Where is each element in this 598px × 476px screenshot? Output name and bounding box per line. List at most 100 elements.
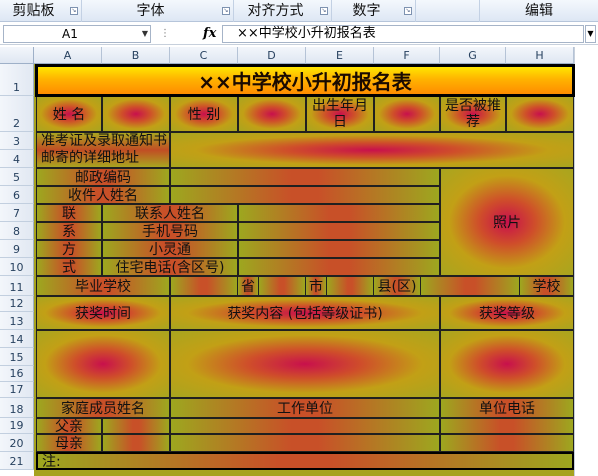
- cell-birth-value[interactable]: [374, 96, 440, 132]
- column-header-c[interactable]: C: [170, 47, 238, 64]
- cell-father-label[interactable]: 父亲: [36, 418, 102, 434]
- row-header[interactable]: 5: [0, 168, 34, 186]
- column-header-f[interactable]: F: [374, 47, 440, 64]
- cell-father-phone[interactable]: [440, 418, 574, 434]
- formula-bar-splitter-icon[interactable]: ⋮: [160, 29, 190, 40]
- row-header[interactable]: 10: [0, 258, 34, 276]
- dialog-launcher-icon[interactable]: ↘: [222, 7, 230, 15]
- expand-formula-bar-button[interactable]: ▼: [585, 25, 596, 43]
- cell-father-name[interactable]: [102, 418, 170, 434]
- cell-gender-label[interactable]: 性 别: [170, 96, 238, 132]
- row-header[interactable]: 9: [0, 240, 34, 258]
- cell-recommended-label[interactable]: 是否被推荐: [440, 96, 506, 132]
- cell-school-label[interactable]: 毕业学校: [36, 276, 170, 296]
- ribbon-group-editing[interactable]: 编辑: [480, 0, 598, 22]
- ribbon-group-bar: 剪贴板 ↘ 字体 ↘ 对齐方式 ↘ 数字 ↘ 编辑: [0, 0, 598, 22]
- ribbon-group-font[interactable]: 字体 ↘: [82, 0, 234, 22]
- cell-family-label[interactable]: 家庭成员姓名: [36, 398, 170, 418]
- sheet-margin: [574, 47, 598, 476]
- column-header-d[interactable]: D: [238, 47, 306, 64]
- cell-county-value[interactable]: [326, 276, 374, 296]
- row-header[interactable]: 14: [0, 330, 34, 348]
- cell-phone-value[interactable]: [238, 240, 440, 258]
- cell-home-phone-value[interactable]: [238, 258, 440, 276]
- cell-recommended-value[interactable]: [506, 96, 574, 132]
- cell-award-level-label[interactable]: 获奖等级: [440, 296, 574, 330]
- row-header[interactable]: 21: [0, 452, 34, 470]
- cell-home-phone-label[interactable]: 住宅电话(含区号): [102, 258, 238, 276]
- cell-mobile-label[interactable]: 手机号码: [102, 222, 238, 240]
- column-header-h[interactable]: H: [506, 47, 574, 64]
- note-label: 注:: [42, 454, 61, 470]
- row-header[interactable]: 20: [0, 434, 34, 452]
- cell-phone-label[interactable]: 小灵通: [102, 240, 238, 258]
- cell-work-phone-label[interactable]: 单位电话: [440, 398, 574, 418]
- dialog-launcher-icon[interactable]: ↘: [70, 7, 78, 15]
- cell-postcode-value[interactable]: [170, 168, 440, 186]
- cell-contact-char: 系: [36, 222, 102, 240]
- row-header[interactable]: 8: [0, 222, 34, 240]
- cell-recipient-value[interactable]: [170, 186, 440, 204]
- cell-award-content-label[interactable]: 获奖内容 (包括等级证书): [170, 296, 440, 330]
- photo-placeholder[interactable]: 照片: [440, 168, 574, 276]
- row-header[interactable]: 4: [0, 150, 34, 168]
- row-header[interactable]: 1: [0, 64, 34, 96]
- cell-address-label[interactable]: 准考证及录取通知书邮寄的详细地址: [36, 132, 170, 168]
- cell-province-label: 省: [238, 276, 258, 296]
- ribbon-group-number[interactable]: 数字 ↘: [332, 0, 416, 22]
- cell-name-label[interactable]: 姓 名: [36, 96, 102, 132]
- cell-mother-name[interactable]: [102, 434, 170, 452]
- cell-mother-work[interactable]: [170, 434, 440, 452]
- row-header[interactable]: 13: [0, 312, 34, 330]
- row-header[interactable]: 7: [0, 204, 34, 222]
- cell-contact-person-value[interactable]: [238, 204, 440, 222]
- cell-address-value[interactable]: [170, 132, 574, 168]
- row-header[interactable]: 12: [0, 296, 34, 312]
- cell-gender-value[interactable]: [238, 96, 306, 132]
- cell-mobile-value[interactable]: [238, 222, 440, 240]
- row-header[interactable]: 15: [0, 348, 34, 366]
- cell-city-value[interactable]: [258, 276, 306, 296]
- chevron-down-icon[interactable]: ▼: [142, 26, 148, 42]
- insert-function-button[interactable]: fx: [203, 26, 216, 41]
- column-header-g[interactable]: G: [440, 47, 506, 64]
- page-title[interactable]: ××中学校小升初报名表: [36, 65, 574, 96]
- cell-postcode-label[interactable]: 邮政编码: [36, 168, 170, 186]
- ribbon-group-alignment[interactable]: 对齐方式 ↘: [234, 0, 332, 22]
- column-header-b[interactable]: B: [102, 47, 170, 64]
- row-header[interactable]: 17: [0, 382, 34, 398]
- dialog-launcher-icon[interactable]: ↘: [320, 7, 328, 15]
- row-header[interactable]: 6: [0, 186, 34, 204]
- formula-input[interactable]: ××中学校小升初报名表: [222, 25, 584, 43]
- row-header[interactable]: 2: [0, 96, 34, 132]
- cell-mother-phone[interactable]: [440, 434, 574, 452]
- cell-recipient-label[interactable]: 收件人姓名: [36, 186, 170, 204]
- cell-mother-label[interactable]: 母亲: [36, 434, 102, 452]
- cell-contact-char: 式: [36, 258, 102, 276]
- row-header[interactable]: 19: [0, 418, 34, 434]
- ribbon-group-cells: [416, 0, 480, 22]
- cell-province-value[interactable]: [170, 276, 238, 296]
- cell-award-level-value[interactable]: [440, 330, 574, 398]
- cell-school-value[interactable]: [420, 276, 520, 296]
- row-header[interactable]: 18: [0, 398, 34, 418]
- ribbon-group-clipboard[interactable]: 剪贴板 ↘: [0, 0, 82, 22]
- cell-award-time-label[interactable]: 获奖时间: [36, 296, 170, 330]
- cell-award-content-value[interactable]: [170, 330, 440, 398]
- cell-father-work[interactable]: [170, 418, 440, 434]
- cell-contact-char: 方: [36, 240, 102, 258]
- cell-birth-label[interactable]: 出生年月日: [306, 96, 374, 132]
- row-header[interactable]: 3: [0, 132, 34, 150]
- column-header-e[interactable]: E: [306, 47, 374, 64]
- column-header-a[interactable]: A: [34, 47, 102, 64]
- row-header[interactable]: 16: [0, 366, 34, 382]
- name-box[interactable]: A1 ▼: [3, 25, 151, 43]
- cell-work-unit-label[interactable]: 工作单位: [170, 398, 440, 418]
- cell-award-time-value[interactable]: [36, 330, 170, 398]
- row-header[interactable]: 11: [0, 276, 34, 296]
- cell-name-value[interactable]: [102, 96, 170, 132]
- dialog-launcher-icon[interactable]: ↘: [404, 7, 412, 15]
- cell-note[interactable]: 注:: [36, 452, 574, 470]
- cell-contact-person-label[interactable]: 联系人姓名: [102, 204, 238, 222]
- select-all-corner[interactable]: [0, 47, 34, 64]
